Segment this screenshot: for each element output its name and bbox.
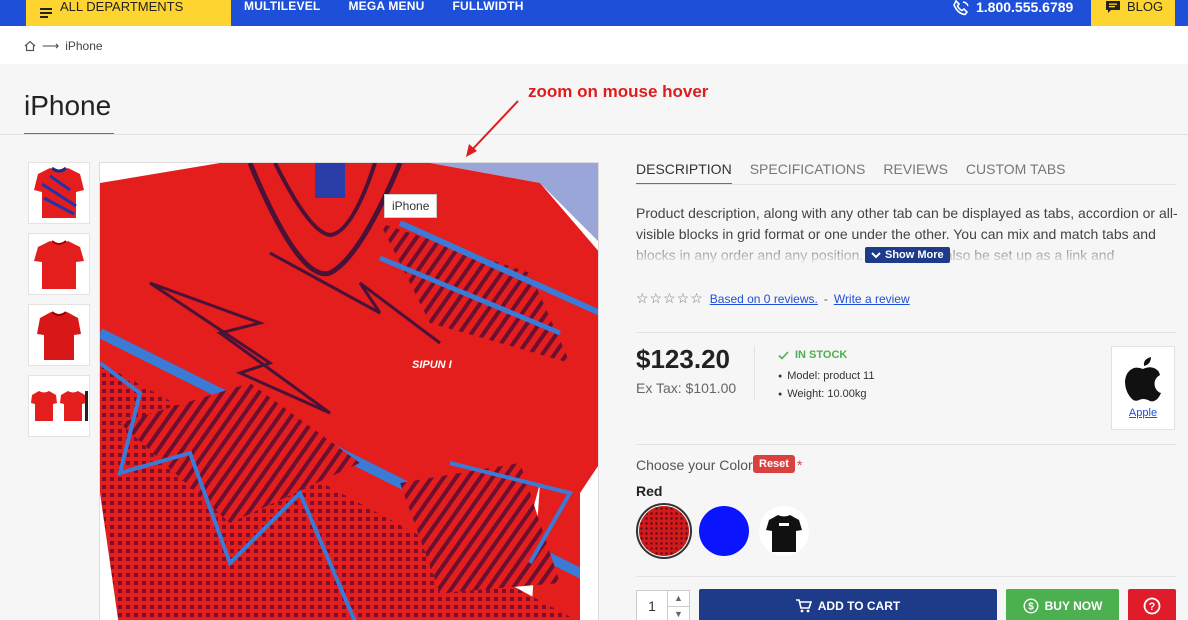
arrow-right-icon: ⟶	[42, 39, 60, 53]
buy-now-button[interactable]: $ BUY NOW	[1006, 589, 1119, 620]
tab-specifications[interactable]: SPECIFICATIONS	[750, 161, 866, 185]
divider	[636, 332, 1176, 333]
image-tooltip: iPhone	[384, 194, 438, 218]
phone-number: 1.800.555.6789	[976, 0, 1074, 15]
star-rating-icon: ☆☆☆☆☆	[636, 290, 704, 306]
rating-row: ☆☆☆☆☆ Based on 0 reviews. - Write a revi…	[636, 290, 910, 307]
thumbnail-2[interactable]	[28, 233, 90, 295]
ex-tax-price: Ex Tax: $101.00	[636, 380, 737, 396]
add-to-cart-button[interactable]: ADD TO CART	[699, 589, 997, 620]
chevron-down-icon	[871, 252, 881, 259]
thumbnail-list	[28, 162, 90, 446]
quantity-stepper[interactable]: 1 ▲ ▼	[636, 590, 690, 620]
shirt-zoom-image: SIPUN I	[100, 163, 598, 620]
swatch-red[interactable]	[636, 503, 692, 559]
swatch-blue[interactable]	[696, 503, 752, 559]
color-swatches	[636, 503, 812, 559]
svg-text:?: ?	[1149, 601, 1156, 613]
product-price: $123.20	[636, 344, 730, 374]
breadcrumb: ⟶ iPhone	[24, 39, 103, 53]
apple-logo-icon	[1125, 357, 1161, 402]
annotation-arrow-icon	[466, 100, 519, 157]
quantity-value[interactable]: 1	[637, 591, 667, 620]
thumbnail-4[interactable]	[28, 375, 90, 437]
page-title: iPhone	[24, 90, 112, 121]
show-more-label: Show More	[885, 249, 944, 261]
brand-box[interactable]: Apple	[1111, 346, 1175, 430]
svg-text:$: $	[1028, 602, 1034, 613]
menu-icon	[40, 8, 52, 18]
breadcrumb-bar: ⟶ iPhone	[0, 26, 1188, 64]
phone-contact[interactable]: 1.800.555.6789	[952, 0, 1073, 26]
stock-label: IN STOCK	[795, 349, 848, 361]
thumbnail-3[interactable]	[28, 304, 90, 366]
check-icon	[778, 350, 789, 360]
product-main-image[interactable]: SIPUN I	[99, 162, 599, 620]
svg-text:SIPUN I: SIPUN I	[412, 359, 453, 371]
selected-color-name: Red	[636, 483, 663, 499]
thumbnail-1[interactable]	[28, 162, 90, 224]
help-button[interactable]: ?	[1128, 589, 1176, 620]
tab-custom-tabs[interactable]: CUSTOM TABS	[966, 161, 1066, 185]
chevron-down-icon[interactable]: ▼	[668, 607, 689, 620]
chat-icon	[1106, 1, 1120, 13]
chevron-up-icon[interactable]: ▲	[668, 591, 689, 607]
tab-description[interactable]: DESCRIPTION	[636, 161, 732, 185]
cart-icon	[795, 599, 812, 613]
buy-now-label: BUY NOW	[1044, 599, 1103, 613]
blog-button[interactable]: BLOG	[1091, 0, 1175, 26]
blog-label: BLOG	[1127, 0, 1164, 14]
phone-icon	[953, 0, 969, 16]
color-option-label: Choose your Color	[636, 457, 753, 473]
tab-reviews[interactable]: REVIEWS	[883, 161, 948, 185]
write-review-link[interactable]: Write a review	[834, 292, 910, 306]
divider	[636, 576, 1176, 577]
question-icon: ?	[1143, 597, 1161, 615]
stock-status: IN STOCK	[778, 349, 847, 361]
dollar-icon: $	[1023, 598, 1039, 614]
brand-link[interactable]: Apple	[1129, 407, 1157, 419]
zoom-annotation: zoom on mouse hover	[528, 82, 709, 101]
nav-item-mega-menu[interactable]: MEGA MENU	[348, 0, 424, 13]
breadcrumb-current[interactable]: iPhone	[65, 39, 102, 53]
product-meta: Model: product 11 Weight: 10.00kg	[778, 368, 874, 404]
home-icon[interactable]	[24, 40, 36, 52]
divider	[636, 444, 1176, 445]
tabs-divider	[636, 184, 1176, 185]
vertical-divider	[754, 346, 755, 400]
all-departments-button[interactable]: ALL DEPARTMENTS	[26, 0, 231, 26]
main-nav: MULTILEVEL MEGA MENU FULLWIDTH	[244, 0, 524, 26]
reset-button[interactable]: Reset	[753, 455, 795, 473]
nav-item-fullwidth[interactable]: FULLWIDTH	[452, 0, 523, 13]
quantity-arrows: ▲ ▼	[667, 591, 689, 620]
required-marker: *	[797, 457, 803, 473]
show-more-button[interactable]: Show More	[865, 247, 950, 263]
all-departments-label: ALL DEPARTMENTS	[60, 0, 184, 14]
model-info: Model: product 11	[778, 368, 874, 386]
add-to-cart-label: ADD TO CART	[817, 599, 901, 613]
top-navigation-bar: ALL DEPARTMENTS MULTILEVEL MEGA MENU FUL…	[0, 0, 1188, 26]
reviews-link[interactable]: Based on 0 reviews.	[710, 292, 818, 306]
divider	[0, 134, 1188, 135]
product-tabs: DESCRIPTION SPECIFICATIONS REVIEWS CUSTO…	[636, 161, 1066, 185]
rating-separator: -	[823, 291, 828, 306]
weight-info: Weight: 10.00kg	[778, 386, 874, 404]
nav-item-multilevel[interactable]: MULTILEVEL	[244, 0, 320, 13]
swatch-black[interactable]	[756, 503, 812, 559]
